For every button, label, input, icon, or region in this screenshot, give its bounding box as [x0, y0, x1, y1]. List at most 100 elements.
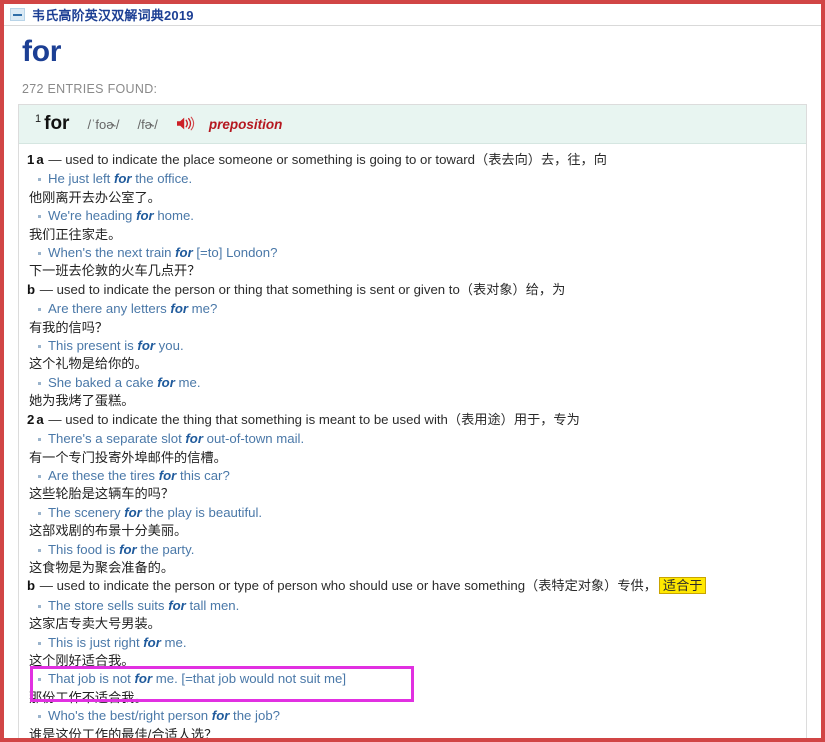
example-sentence: When's the next train for [=to] London?: [27, 244, 798, 262]
example-translation: 我们正往家走。: [29, 226, 122, 242]
example-translation: 谁是这份工作的最佳/合适人选？: [29, 726, 218, 742]
page-title: for: [22, 35, 62, 68]
pronunciation-primary: /ˈfoɚ/: [87, 117, 120, 132]
example-sentence-annotated: That job is not for me. [=that job would…: [27, 670, 798, 688]
dictionary-window: 韦氏高阶英汉双解词典2019 for 272 ENTRIES FOUND: 1 …: [0, 0, 825, 742]
sense-letter: a: [36, 152, 44, 167]
part-of-speech: preposition: [208, 117, 283, 132]
homograph-number: 1: [35, 113, 42, 125]
example-post: me.: [174, 374, 201, 390]
example-post: me. [=that job would not suit me]: [152, 671, 346, 687]
example-translation: 有我的信吗？: [29, 319, 109, 335]
example-pre: She baked a cake: [48, 374, 158, 390]
example-pre: This food is: [48, 541, 120, 557]
entries-found-count: 272 ENTRIES FOUND:: [22, 82, 158, 96]
sense-number: 2: [27, 411, 35, 427]
example-keyword: for: [143, 634, 161, 650]
example-post: [=to] London?: [192, 245, 278, 261]
example-pre: This is just right: [48, 634, 144, 650]
example-keyword: for: [158, 467, 177, 483]
example-translation: 这个礼物是给你的。: [29, 356, 148, 372]
example-post: tall men.: [185, 597, 240, 613]
example-post: me.: [160, 634, 187, 650]
example-post: you.: [155, 338, 184, 354]
pronunciation-secondary: /fɚ/: [137, 117, 158, 132]
example-translation: 这个刚好适合我。: [29, 652, 135, 668]
example-translation: 她为我烤了蛋糕。: [29, 393, 135, 409]
example-pre: The scenery: [48, 504, 125, 520]
example-keyword: for: [157, 374, 175, 390]
page-content: for 272 ENTRIES FOUND: 1 for /ˈfoɚ/ /fɚ/…: [4, 35, 821, 742]
example-post: the party.: [136, 541, 195, 557]
example-post: out-of-town mail.: [203, 431, 305, 447]
example-post: this car?: [176, 467, 230, 483]
sense-definition: 2a — used to indicate the thing that som…: [27, 411, 798, 430]
example-sentence: Are these the tires for this car?: [27, 467, 798, 485]
entry-headword: for: [44, 113, 70, 134]
example-pre: There's a separate slot: [48, 431, 186, 447]
example-sentence: The scenery for the play is beautiful.: [27, 504, 798, 522]
example-keyword: for: [137, 338, 156, 354]
example-pre: We're heading: [48, 208, 137, 224]
example-post: me?: [188, 301, 218, 317]
example-post: home.: [153, 208, 194, 224]
sense-letter: b: [27, 281, 36, 297]
example-translation: 这家店专卖大号男装。: [29, 616, 161, 632]
example-pre: That job is not: [48, 671, 135, 687]
example-translation: 这食物是为聚会准备的。: [29, 559, 175, 575]
example-sentence: Are there any letters for me?: [27, 300, 798, 318]
sense-text: — used to indicate the person or thing t…: [39, 281, 566, 297]
window-titlebar: 韦氏高阶英汉双解词典2019: [4, 4, 821, 26]
example-pre: Are there any letters: [48, 301, 171, 317]
example-translation: 他刚离开去办公室了。: [29, 189, 161, 205]
example-sentence: He just left for the office.: [27, 170, 798, 188]
example-keyword: for: [113, 171, 132, 187]
entry-header: 1 for /ˈfoɚ/ /fɚ/ preposition: [19, 105, 806, 144]
example-pre: He just left: [48, 171, 114, 187]
example-pre: This present is: [48, 338, 138, 354]
example-post: the play is beautiful.: [141, 504, 263, 520]
sense-definition: b — used to indicate the person or thing…: [27, 281, 798, 300]
example-translation: 这部戏剧的布景十分美丽。: [29, 523, 188, 539]
example-keyword: for: [136, 208, 154, 224]
example-translation: 有一个专门投寄外埠邮件的信槽。: [29, 449, 227, 465]
example-post: the office.: [131, 171, 193, 187]
minus-box-icon[interactable]: [10, 8, 25, 21]
example-keyword: for: [185, 431, 203, 447]
example-keyword: for: [175, 245, 193, 261]
sense-definition: b — used to indicate the person or type …: [27, 577, 798, 596]
sense-text: — used to indicate the place someone or …: [48, 152, 607, 167]
speaker-icon[interactable]: [176, 116, 195, 131]
example-sentence: We're heading for home.: [27, 207, 798, 225]
example-keyword: for: [124, 504, 142, 520]
sense-number: 1: [27, 152, 35, 167]
example-pre: Who's the best/right person: [48, 708, 212, 724]
example-keyword: for: [211, 708, 230, 724]
example-translation: 那份工作不适合我。: [29, 689, 148, 705]
example-pre: When's the next train: [48, 245, 176, 261]
example-keyword: for: [170, 301, 189, 317]
example-keyword: for: [168, 597, 186, 613]
example-translation: 下一班去伦敦的火车几点开？: [29, 263, 201, 279]
example-post: the job?: [229, 708, 280, 724]
entry-card: 1 for /ˈfoɚ/ /fɚ/ preposition 1a — used …: [18, 104, 807, 742]
example-sentence: This food is for the party.: [27, 541, 798, 559]
example-sentence: The store sells suits for tall men.: [27, 597, 798, 615]
highlighted-gloss: 适合于: [658, 577, 707, 595]
example-sentence: This present is for you.: [27, 337, 798, 355]
sense-letter: b: [27, 578, 36, 594]
entry-body: 1a — used to indicate the place someone …: [19, 144, 806, 742]
example-pre: Are these the tires: [48, 467, 159, 483]
example-pre: The store sells suits: [48, 597, 169, 613]
example-keyword: for: [119, 541, 137, 557]
example-sentence: She baked a cake for me.: [27, 374, 798, 392]
dictionary-title: 韦氏高阶英汉双解词典2019: [32, 8, 194, 23]
sense-letter: a: [36, 411, 44, 427]
sense-definition: 1a — used to indicate the place someone …: [27, 151, 798, 170]
example-sentence: This is just right for me.: [27, 634, 798, 652]
example-keyword: for: [134, 671, 153, 687]
example-translation: 这些轮胎是这辆车的吗？: [29, 486, 175, 502]
sense-text: — used to indicate the thing that someth…: [48, 411, 580, 427]
example-sentence: There's a separate slot for out-of-town …: [27, 430, 798, 448]
sense-text: — used to indicate the person or type of…: [39, 578, 657, 594]
